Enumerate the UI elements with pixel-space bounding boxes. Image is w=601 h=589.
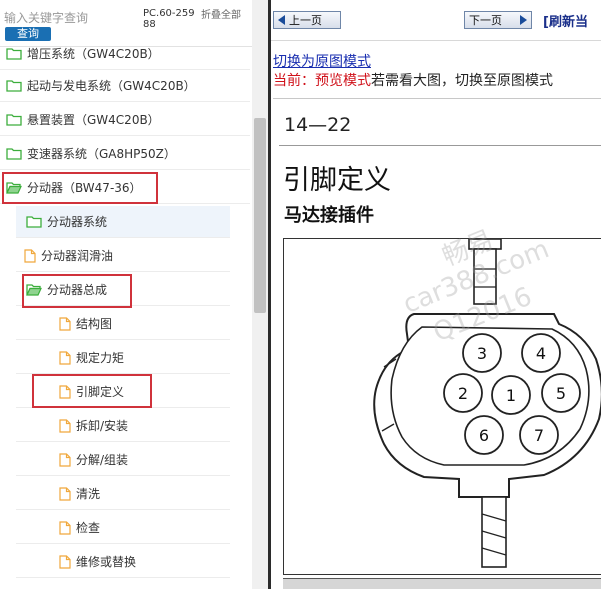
document-icon — [59, 384, 71, 399]
tree-item-pin-definition[interactable]: 引脚定义 — [16, 376, 230, 408]
document-viewer: 上一页 下一页 [刷新当 切换为原图模式 当前：预览模式若需看大图，切换至原图模… — [271, 0, 601, 589]
svg-text:6: 6 — [479, 426, 489, 445]
pin-5: 5 — [541, 373, 581, 413]
pin-6: 6 — [464, 415, 504, 455]
tree-item-label: 拆卸/安装 — [76, 419, 129, 433]
navigation-panel: 查询 PC.60-25988 折叠全部 增压系统（GW4C20B） 起动与发电系… — [0, 0, 268, 589]
folder-icon — [6, 47, 22, 60]
document-icon — [59, 418, 71, 433]
folder-icon — [6, 79, 22, 92]
tree-item-label: 分动器润滑油 — [41, 249, 114, 263]
svg-text:4: 4 — [536, 344, 546, 363]
tree-item-clean[interactable]: 清洗 — [16, 478, 230, 510]
tree-item-disassemble[interactable]: 分解/组装 — [16, 444, 230, 476]
svg-text:1: 1 — [506, 386, 516, 405]
tree-item-label: 变速器系统（GA8HP50Z） — [27, 147, 176, 161]
pin-4: 4 — [521, 333, 561, 373]
pin-2: 2 — [443, 373, 483, 413]
tree-item-remove-install[interactable]: 拆卸/安装 — [16, 410, 230, 442]
svg-text:7: 7 — [534, 426, 544, 445]
document-subtitle: 马达接插件 — [284, 205, 374, 226]
switch-original-mode-link[interactable]: 切换为原图模式 — [273, 51, 371, 71]
refresh-link[interactable]: [刷新当 — [543, 11, 588, 30]
next-page-label: 下一页 — [469, 14, 502, 27]
tree-item-label: 规定力矩 — [76, 351, 125, 365]
tree-item-transmission[interactable]: 变速器系统（GA8HP50Z） — [0, 138, 250, 170]
tree-item-label: 分解/组装 — [76, 453, 129, 467]
table-header-strip — [283, 578, 601, 589]
document-icon — [59, 520, 71, 535]
tree-item-label: 悬置装置（GW4C20B） — [27, 113, 160, 127]
svg-text:5: 5 — [556, 384, 566, 403]
mode-hint: 若需看大图，切换至原图模式 — [371, 73, 553, 89]
pin-7: 7 — [519, 415, 559, 455]
tree-item-label: 分动器总成 — [47, 283, 108, 297]
tree-scrollbar-thumb[interactable] — [254, 118, 266, 313]
search-bar: 查询 PC.60-25988 折叠全部 — [0, 0, 268, 47]
search-input[interactable] — [4, 10, 136, 26]
tree-item-label: 检查 — [76, 521, 101, 535]
document-icon — [59, 350, 71, 365]
tree-item-mount[interactable]: 悬置装置（GW4C20B） — [0, 104, 250, 136]
tree-item-label: 分动器（BW47-36） — [27, 181, 142, 195]
pin-3: 3 — [462, 333, 502, 373]
arrow-right-icon — [520, 15, 527, 25]
document-icon — [59, 486, 71, 501]
folder-open-icon — [6, 181, 22, 194]
tree-item-label: 起动与发电系统（GW4C20B） — [27, 79, 196, 93]
document-icon — [59, 452, 71, 467]
pin-1: 1 — [491, 375, 531, 415]
tree-item-label: 增压系统（GW4C20B） — [27, 47, 160, 61]
tree-item-label: 引脚定义 — [76, 385, 125, 399]
tree-item-label: 清洗 — [76, 487, 101, 501]
search-button[interactable]: 查询 — [5, 27, 51, 41]
folder-icon — [6, 113, 22, 126]
prev-page-label: 上一页 — [289, 14, 322, 27]
tree-item-torque[interactable]: 规定力矩 — [16, 342, 230, 374]
folder-icon — [26, 215, 42, 228]
tree-item-transfer-system[interactable]: 分动器系统 — [16, 206, 230, 238]
tree-item-label: 结构图 — [76, 317, 113, 331]
document-icon — [59, 316, 71, 331]
folder-icon — [6, 147, 22, 160]
viewer-toolbar: 上一页 下一页 [刷新当 — [271, 0, 601, 41]
mode-current: 预览模式 — [315, 73, 371, 89]
folder-open-icon — [26, 283, 42, 296]
collapse-all-button[interactable]: 折叠全部 — [201, 10, 243, 21]
tree-item-repair-replace[interactable]: 维修或替换 — [16, 546, 230, 578]
arrow-left-icon — [278, 15, 285, 25]
tree-item-transfer-case[interactable]: 分动器（BW47-36） — [0, 172, 250, 204]
tree-item-structure[interactable]: 结构图 — [16, 308, 230, 340]
prev-page-button[interactable]: 上一页 — [273, 11, 341, 29]
svg-text:3: 3 — [477, 344, 487, 363]
page-rule — [279, 145, 601, 146]
tree-item-label: 分动器系统 — [47, 215, 108, 229]
next-page-button[interactable]: 下一页 — [464, 11, 532, 29]
tree-item-inspect[interactable]: 检查 — [16, 512, 230, 544]
tree-item-transfer-lubricant[interactable]: 分动器润滑油 — [16, 240, 230, 272]
document-title: 引脚定义 — [283, 165, 391, 196]
category-tree: 增压系统（GW4C20B） 起动与发电系统（GW4C20B） 悬置装置（GW4C… — [0, 46, 250, 589]
tree-item-turbo-system[interactable]: 增压系统（GW4C20B） — [0, 46, 250, 70]
tree-item-label: 维修或替换 — [76, 555, 137, 569]
pc-label: PC.60-25988 — [143, 8, 195, 30]
document-icon — [24, 248, 36, 263]
svg-text:2: 2 — [458, 384, 468, 403]
mode-prefix: 当前： — [273, 73, 315, 89]
document-icon — [59, 554, 71, 569]
mode-status: 当前：预览模式若需看大图，切换至原图模式 — [273, 70, 553, 90]
page-number: 14—22 — [284, 114, 352, 136]
tree-item-transfer-assembly[interactable]: 分动器总成 — [16, 274, 230, 306]
tree-item-start-charging[interactable]: 起动与发电系统（GW4C20B） — [0, 70, 250, 102]
document-top-border — [273, 98, 601, 99]
